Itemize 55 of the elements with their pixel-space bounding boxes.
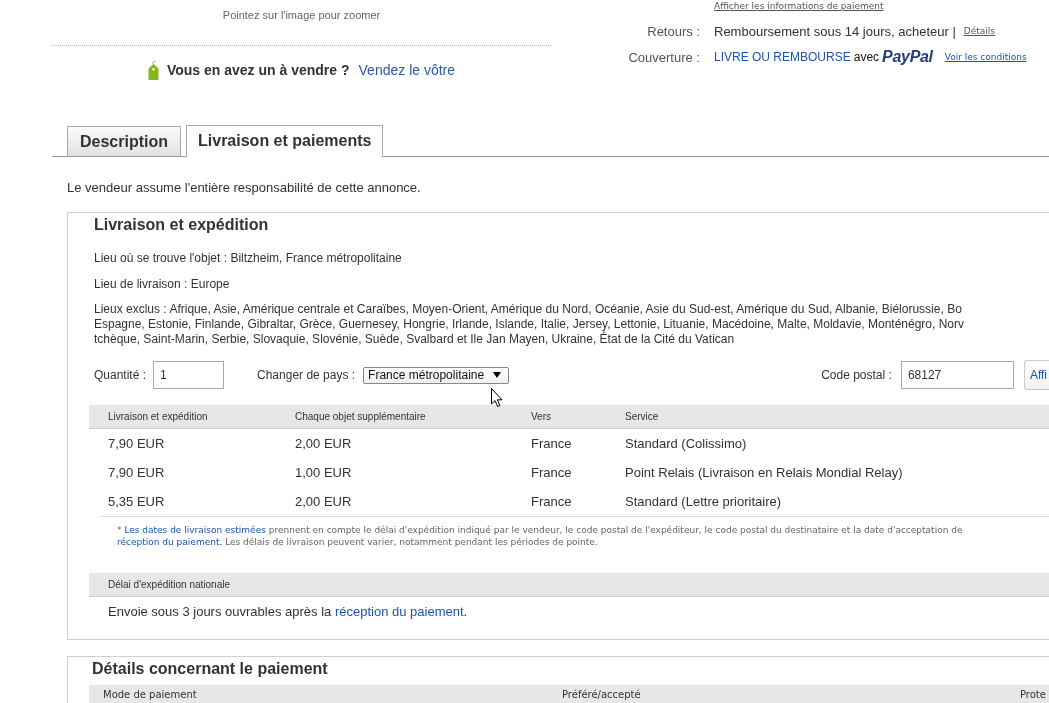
column-header: Mode de paiement xyxy=(103,689,197,700)
note-link[interactable]: réception du paiement. xyxy=(117,537,223,547)
coverage-label: Couverture : xyxy=(627,49,700,65)
payment-receipt-link[interactable]: réception du paiement xyxy=(334,604,464,619)
section-title: Détails concernant le paiement xyxy=(92,659,329,679)
table-cell: France xyxy=(531,494,572,509)
postal-code-field[interactable]: 68127 xyxy=(900,361,1014,389)
table-cell: Point Relais (Livraison en Relais Mondial Relay) xyxy=(625,465,903,480)
caret-icon xyxy=(493,372,502,378)
column-header: Préféré/accepté xyxy=(562,689,641,700)
column-header: Livraison et expédition xyxy=(108,411,208,422)
connector-text: avec xyxy=(853,50,880,64)
column-header: Prote xyxy=(1020,689,1046,700)
table-cell: France xyxy=(531,465,572,480)
table-cell: 7,90 EUR xyxy=(108,436,165,451)
table-cell: Standard (Colissimo) xyxy=(625,436,747,451)
conditions-link[interactable]: Voir les conditions xyxy=(944,51,1027,63)
details-link[interactable]: Détails xyxy=(963,25,996,37)
returns-label: Retours : xyxy=(646,23,700,39)
column-header: Chaque objet supplémentaire xyxy=(295,411,426,422)
returns-policy: Remboursement sous 14 jours, acheteur | xyxy=(714,23,956,39)
section-header: Délai d'expédition nationale xyxy=(89,573,1049,597)
excluded-locations: Lieux exclus : Afrique, Asie, Amérique centrale et Caraïbes, Moyen-Orient, Amérique du Nord, Océanie, Asie du Sud-est, Amérique du Sud, Albanie, Biélorussie, Bo Espagne, Estonie, Finlande, Gibraltar, Grèce, Guernesey, Hongrie, Irlande, Islande, Italie, Jersey, Lettonie, Lituanie, Macédoine, Malte, Moldavie, Monténégro, Norv tchèque, Saint-Marin, Serbie, Slovaquie, Slovénie, Suède, Svalbard et Ile Jan Mayen, Ukraine, État de la Cité du Vatican xyxy=(94,302,966,347)
table-cell: 2,00 EUR xyxy=(295,494,352,509)
payment-logo: PayPal xyxy=(882,48,933,66)
item-location: Lieu où se trouve l'objet : Biltzheim, France métropolitaine xyxy=(94,250,403,266)
table-cell: 5,35 EUR xyxy=(108,494,165,509)
guarantee-name: LIVRE OU REMBOURSE xyxy=(714,50,851,64)
seller-notice: Le vendeur assume l'entière responsabilité de cette annonce. xyxy=(67,180,422,196)
note-link[interactable]: Les dates de livraison estimées xyxy=(124,525,266,535)
cursor-icon xyxy=(491,388,503,407)
quantity-field[interactable]: 1 xyxy=(153,361,225,389)
tag-icon xyxy=(147,60,159,80)
payment-info-link[interactable]: Afficher les informations de paiement xyxy=(714,0,884,12)
quantity-label: Quantité : xyxy=(94,368,147,382)
table-cell: 2,00 EUR xyxy=(295,436,352,451)
zoom-hint: Pointez sur l'image pour zoomer xyxy=(222,9,381,22)
column-header: Vers xyxy=(531,411,551,422)
sell-link[interactable]: Vendez le vôtre xyxy=(358,62,456,78)
table-cell: 7,90 EUR xyxy=(108,465,165,480)
apply-button[interactable]: Affi xyxy=(1023,360,1049,390)
country-dropdown[interactable]: France métropolitaine xyxy=(363,366,510,384)
delivery-note: * Les dates de livraison estimées prennent en compte le délai d'expédition indiqué par le vendeur, le code postal de l'expéditeur, le code postal du destinataire et la date d'acceptation de réception du paiement. Les délais de livraison peuvent varier, notamment pendant les périodes de pointe. xyxy=(100,516,1049,548)
table-cell: France xyxy=(531,436,572,451)
tab[interactable]: Livraison et paiements xyxy=(186,125,384,157)
table-cell: Standard (Lettre prioritaire) xyxy=(625,494,782,509)
tab[interactable]: Description xyxy=(67,126,181,156)
handling-time: Envoie sous 3 jours ouvrables après la réception du paiement. xyxy=(107,604,469,620)
country-label: Changer de pays : xyxy=(257,368,356,382)
delivery-area: Lieu de livraison : Europe xyxy=(94,276,1049,292)
postal-code-label: Code postal : xyxy=(821,368,892,382)
sell-question: Vous en avez un à vendre ? xyxy=(166,62,350,78)
table-cell: 1,00 EUR xyxy=(295,465,352,480)
section-title: Livraison et expédition xyxy=(94,215,270,235)
column-header: Service xyxy=(625,411,659,422)
